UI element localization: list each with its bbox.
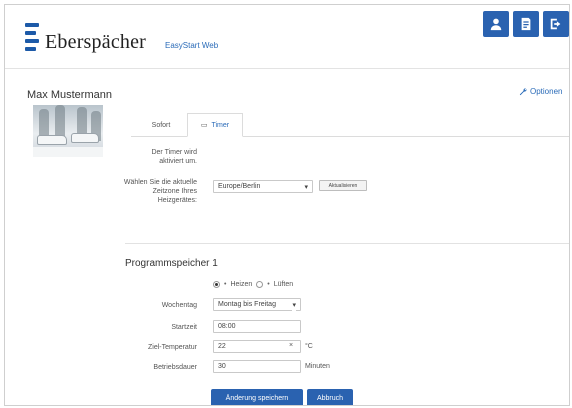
header: Eberspächer EasyStart Web — [5, 5, 569, 69]
weekday-select[interactable]: Montag bis Freitag ▾ — [213, 298, 301, 311]
duration-label: Betriebsdauer — [153, 364, 197, 371]
chevron-down-icon: ▾ — [292, 300, 296, 311]
clock-icon: ▭ — [200, 122, 208, 129]
fan-icon: • — [267, 281, 270, 288]
app-window: Eberspächer EasyStart Web Max Mustermann… — [4, 4, 570, 406]
radio-heizen-label: Heizen — [230, 281, 253, 288]
target-temperature-label: Ziel-Temperatur — [147, 344, 197, 351]
refresh-button[interactable]: Aktualisieren — [319, 180, 367, 191]
radio-heizen[interactable] — [213, 281, 220, 288]
heater-vehicle-photo — [33, 105, 103, 157]
start-time-label: Startzeit — [171, 324, 197, 331]
documents-button[interactable] — [513, 11, 539, 37]
logout-icon — [550, 18, 561, 30]
profile-button[interactable] — [483, 11, 509, 37]
tab-bar: Sofort ▭ Timer — [131, 113, 569, 137]
start-time-input[interactable]: 08:00 — [213, 320, 301, 333]
flame-icon: • — [224, 281, 227, 288]
logout-button[interactable] — [543, 11, 569, 37]
mode-radio-group: • Heizen • Lüften — [213, 281, 293, 288]
program-title: Programmspeicher 1 — [125, 258, 218, 269]
brand-name: Eberspächer — [45, 31, 147, 53]
target-temperature-input[interactable]: 22 — [213, 340, 301, 353]
clear-icon[interactable]: × — [289, 342, 293, 349]
document-icon — [521, 17, 531, 31]
app-subtitle: EasyStart Web — [165, 41, 219, 50]
options-link[interactable]: Optionen — [519, 87, 562, 96]
timer-status-label: Der Timer wird aktiviert um. — [151, 149, 197, 165]
duration-unit: Minuten — [305, 363, 330, 370]
eberspaecher-logo-icon — [25, 23, 39, 51]
temperature-unit: °C — [305, 343, 313, 350]
weekday-label: Wochentag — [161, 302, 197, 309]
cancel-button[interactable]: Abbruch — [307, 389, 353, 405]
duration-input[interactable]: 30 — [213, 360, 301, 373]
timezone-select[interactable]: Europe/Berlin ▾ — [213, 180, 313, 193]
wrench-icon — [519, 87, 527, 95]
timezone-label: Wählen Sie die aktuelle Zeitzone Ihres H… — [123, 179, 197, 204]
chevron-down-icon: ▾ — [304, 184, 308, 191]
user-icon — [490, 18, 502, 31]
options-label: Optionen — [530, 87, 563, 96]
radio-lueften-label: Lüften — [273, 281, 294, 288]
section-divider — [125, 243, 569, 244]
tab-timer[interactable]: ▭ Timer — [187, 113, 243, 137]
tab-sofort[interactable]: Sofort — [139, 113, 183, 137]
user-name: Max Mustermann — [27, 89, 112, 101]
save-changes-button[interactable]: Änderung speichern — [211, 389, 303, 405]
radio-lueften[interactable] — [256, 281, 264, 288]
